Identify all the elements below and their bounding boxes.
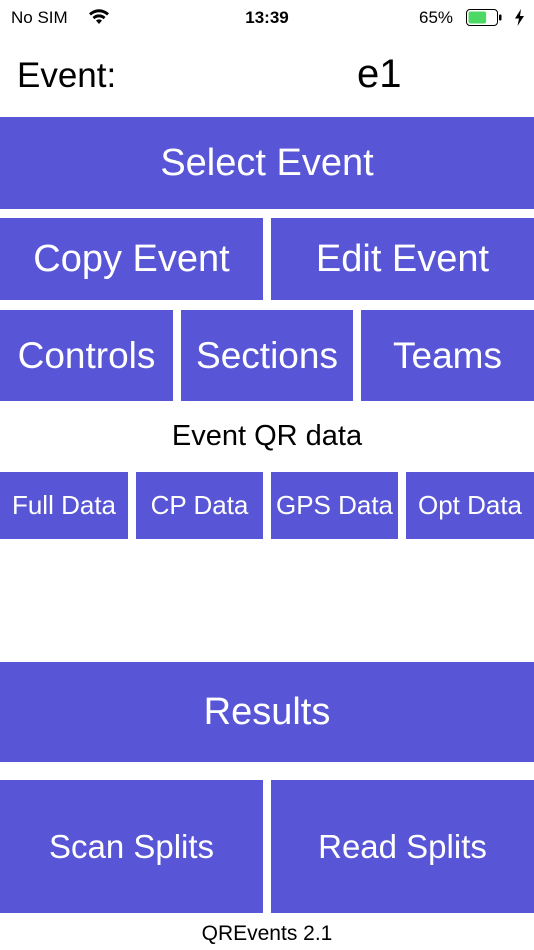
teams-button[interactable]: Teams	[361, 310, 534, 401]
qr-data-heading: Event QR data	[171, 420, 363, 452]
sections-button[interactable]: Sections	[181, 310, 353, 401]
battery-icon	[466, 9, 502, 26]
event-name: e1	[357, 52, 402, 96]
opt-data-button[interactable]: Opt Data	[406, 472, 534, 539]
results-button[interactable]: Results	[0, 662, 534, 762]
battery-fill	[468, 11, 487, 24]
status-bar: No SIM 13:39 65%	[0, 0, 534, 36]
cp-data-button[interactable]: CP Data	[136, 472, 263, 539]
event-label: Event:	[17, 56, 117, 95]
read-splits-button[interactable]: Read Splits	[271, 780, 534, 913]
select-event-button[interactable]: Select Event	[0, 117, 534, 209]
app-version: QREvents 2.1	[201, 922, 333, 945]
status-time: 13:39	[245, 8, 289, 27]
charging-bolt-icon	[514, 9, 525, 26]
full-data-button[interactable]: Full Data	[0, 472, 128, 539]
copy-event-button[interactable]: Copy Event	[0, 218, 263, 300]
scan-splits-button[interactable]: Scan Splits	[0, 780, 263, 913]
edit-event-button[interactable]: Edit Event	[271, 218, 534, 300]
gps-data-button[interactable]: GPS Data	[271, 472, 398, 539]
controls-button[interactable]: Controls	[0, 310, 173, 401]
battery-percent: 65%	[419, 8, 454, 27]
